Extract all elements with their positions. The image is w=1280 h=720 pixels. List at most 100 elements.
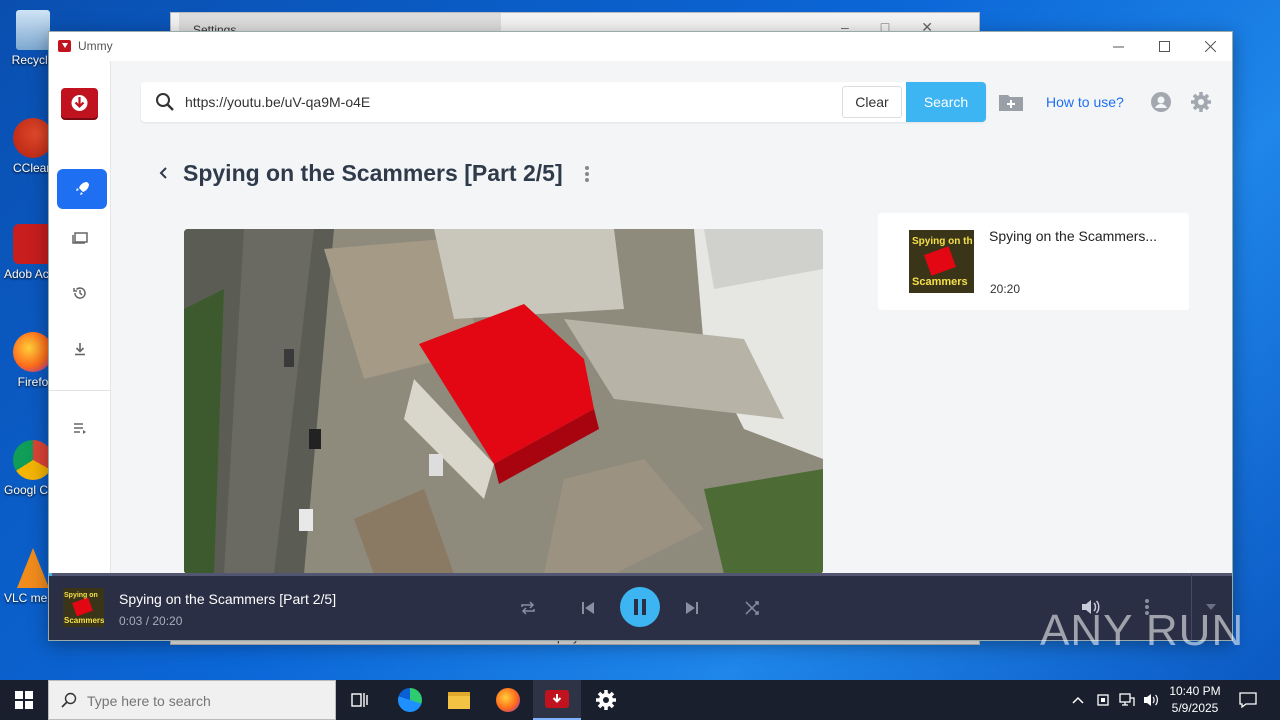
rocket-icon <box>76 182 89 195</box>
taskbar-edge[interactable] <box>386 680 434 720</box>
video-more-button[interactable] <box>584 164 592 184</box>
sidebar <box>49 61 111 573</box>
ummy-icon <box>545 690 569 708</box>
vlc-icon <box>17 548 49 588</box>
gear-icon <box>596 690 616 710</box>
skip-previous-icon <box>582 602 594 614</box>
close-button[interactable] <box>1187 32 1232 61</box>
clock-time: 10:40 PM <box>1169 684 1221 698</box>
player-thumbnail: Spying on Scammers <box>63 588 104 627</box>
taskbar-search-input[interactable] <box>87 691 327 711</box>
shuffle-icon <box>745 601 759 615</box>
player-thumb-caption-bottom: Scammers <box>64 616 104 625</box>
how-to-use-link[interactable]: How to use? <box>1046 94 1124 110</box>
search-button[interactable]: Search <box>906 82 986 122</box>
tray-network[interactable] <box>1116 680 1138 720</box>
shuffle-button[interactable] <box>741 597 763 619</box>
skip-next-icon <box>686 602 698 614</box>
show-hidden-icons-button[interactable] <box>1068 680 1088 720</box>
firefox-icon <box>496 688 520 712</box>
playlist-thumbnail: Spying on th Scammers <box>909 230 974 293</box>
pause-button[interactable] <box>620 587 660 627</box>
folder-stack-icon <box>72 232 88 244</box>
gear-icon <box>1191 92 1211 112</box>
video-frame-image <box>184 229 823 574</box>
ccleaner-icon <box>13 118 53 158</box>
playlist-icon <box>74 423 86 434</box>
sidebar-divider <box>49 390 111 391</box>
sidebar-item-history[interactable] <box>69 282 91 304</box>
download-icon <box>75 343 85 356</box>
thumbnail-image: Spying on th Scammers <box>909 230 974 293</box>
chrome-icon <box>13 440 53 480</box>
tray-network-adapter[interactable] <box>1093 680 1113 720</box>
player-thumbnail-image: Spying on Scammers <box>63 588 104 627</box>
add-folder-button[interactable] <box>997 88 1025 116</box>
thumb-caption-bottom: Scammers <box>912 276 968 288</box>
previous-button[interactable] <box>577 597 599 619</box>
settings-button[interactable] <box>1187 88 1215 116</box>
repeat-icon <box>521 601 535 615</box>
close-icon <box>1204 41 1216 52</box>
action-center-button[interactable] <box>1234 680 1262 720</box>
start-button[interactable] <box>0 680 48 720</box>
edge-icon <box>398 688 422 712</box>
chevron-left-icon <box>159 167 167 179</box>
sidebar-item-downloads[interactable] <box>69 338 91 360</box>
taskbar-file-explorer[interactable] <box>435 680 483 720</box>
taskbar-search[interactable] <box>48 680 336 720</box>
ummy-app-logo <box>61 88 98 118</box>
maximize-icon <box>1158 41 1170 52</box>
pause-icon <box>634 599 646 615</box>
taskbar-clock[interactable]: 10:40 PM 5/9/2025 <box>1160 683 1230 717</box>
adobe-acrobat-icon <box>13 224 53 264</box>
back-button[interactable] <box>157 164 173 182</box>
search-icon <box>61 692 77 708</box>
taskbar-ummy[interactable] <box>533 680 581 720</box>
next-button[interactable] <box>681 597 703 619</box>
ummy-window: Ummy https://youtu.be/uV-qa9M-o4E Clear … <box>48 31 1233 641</box>
ethernet-icon <box>1119 693 1135 706</box>
playlist-item-duration: 20:20 <box>990 282 1021 296</box>
repeat-button[interactable] <box>517 597 539 619</box>
account-button[interactable] <box>1147 88 1175 116</box>
url-search-bar: Clear Search <box>141 82 986 122</box>
minimize-icon <box>1112 46 1124 48</box>
chevron-up-icon <box>1072 696 1084 704</box>
more-vertical-icon <box>585 166 589 182</box>
taskbar-firefox[interactable] <box>484 680 532 720</box>
firefox-icon <box>13 332 53 372</box>
playlist-item[interactable]: Spying on th Scammers Spying on the Scam… <box>878 213 1189 310</box>
clock-date: 5/9/2025 <box>1171 701 1219 715</box>
download-arrow-icon <box>552 694 562 703</box>
video-title: Spying on the Scammers [Part 2/5] <box>183 160 563 186</box>
sidebar-item-queue[interactable] <box>69 417 91 439</box>
titlebar: Ummy <box>49 32 1232 61</box>
folder-add-icon <box>999 95 1023 111</box>
search-icon <box>156 93 174 111</box>
task-view-button[interactable] <box>336 680 384 720</box>
video-preview[interactable] <box>184 229 823 574</box>
thumb-caption-top: Spying on th <box>912 236 973 247</box>
playback-progress[interactable] <box>49 573 1232 576</box>
network-adapter-icon <box>1097 694 1109 706</box>
ummy-logo-icon <box>58 40 71 52</box>
sidebar-item-library[interactable] <box>69 226 91 248</box>
notification-icon <box>1239 692 1257 708</box>
clear-button[interactable]: Clear <box>842 86 902 118</box>
sidebar-item-discover[interactable] <box>57 169 107 209</box>
folder-icon <box>448 691 470 709</box>
minimize-button[interactable] <box>1095 32 1141 61</box>
url-input[interactable] <box>185 90 825 114</box>
taskbar-settings[interactable] <box>582 680 630 720</box>
taskbar: 10:40 PM 5/9/2025 <box>0 680 1280 720</box>
tray-volume[interactable] <box>1140 680 1162 720</box>
task-view-icon <box>351 693 368 707</box>
anyrun-watermark: ANY RUN <box>1040 606 1245 655</box>
speaker-icon <box>1144 694 1158 706</box>
maximize-button[interactable] <box>1141 32 1187 61</box>
player-thumb-caption-top: Spying on <box>64 592 98 599</box>
playlist-item-title: Spying on the Scammers... <box>989 228 1158 244</box>
player-track-title: Spying on the Scammers [Part 2/5] <box>119 591 337 607</box>
history-icon <box>73 287 86 299</box>
